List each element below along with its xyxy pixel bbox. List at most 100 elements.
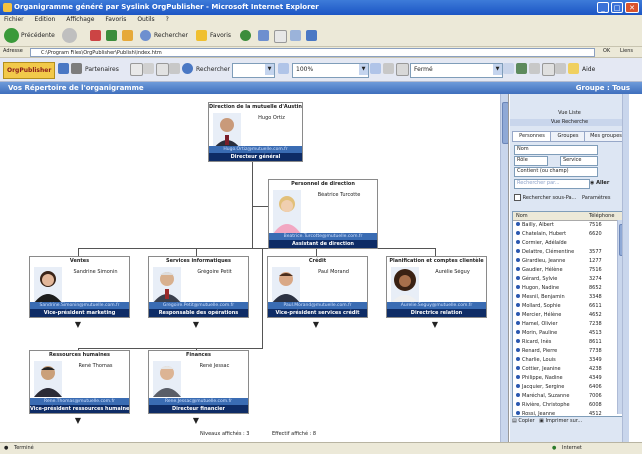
partners-label[interactable]: Partenaires [85, 62, 119, 77]
card-email-link[interactable]: Beatrice.Turcotte@mutuelle.com.fr [269, 233, 377, 240]
list-item[interactable]: Mollard, Sophie 6611 [513, 302, 617, 311]
list-item[interactable]: Philippe, Nadine 4349 [513, 374, 617, 383]
help-icon[interactable] [568, 63, 579, 74]
col-name-header[interactable]: Nom [516, 213, 528, 219]
stop-icon[interactable] [90, 30, 101, 41]
list-item[interactable]: Cormier, Adélaïde [513, 239, 617, 248]
card-email-link[interactable]: Gregoire.Petit@mutuelle.com.fr [149, 302, 248, 309]
role-field[interactable]: Rôle [514, 156, 548, 166]
level-up-icon[interactable] [396, 63, 409, 76]
search-button-label[interactable]: Rechercher [154, 28, 188, 44]
list-item[interactable]: Bailly, Albert 7516 [513, 221, 617, 230]
sidebar-view-list[interactable]: Vue Liste [510, 110, 629, 117]
refresh-toolbar-icon[interactable] [169, 63, 180, 74]
department-field[interactable]: Service [560, 156, 598, 166]
card-email-link[interactable]: Paul.Morand@mutuelle.com.fr [268, 302, 367, 309]
zoom-combo[interactable]: 100% ▼ [292, 63, 369, 78]
org-card-assistant[interactable]: Personnel de direction Béatrice Turcotte… [268, 179, 378, 249]
go-button[interactable]: OK [603, 48, 610, 54]
orgpublisher-brand[interactable]: OrgPublisher [3, 62, 56, 79]
print-icon[interactable]: ▣ [539, 418, 544, 424]
search-combo[interactable]: ▼ [232, 63, 275, 78]
org-card-sales[interactable]: Ventes Sandrine Simonin Sandrine.Simonin… [29, 256, 130, 318]
sidebar-vertical-scrollbar[interactable] [622, 94, 629, 442]
list-item[interactable]: Mesnil, Benjamin 3348 [513, 293, 617, 302]
expand-arrow-icon[interactable]: ▼ [311, 320, 321, 329]
card-email-link[interactable]: Hugo.Ortiz@mutuelle.com.fr [209, 146, 302, 153]
menu-tools[interactable]: Outils [137, 16, 154, 23]
list-item[interactable]: Renard, Pierre 7738 [513, 347, 617, 356]
list-view-icon[interactable] [143, 63, 154, 74]
list-item[interactable]: Jacquier, Sergine 6406 [513, 383, 617, 392]
org-card-credit[interactable]: Crédit Paul Morand Paul.Morand@mutuelle.… [267, 256, 368, 318]
favorites-star-icon[interactable] [196, 30, 207, 41]
back-button-label[interactable]: Précédente [21, 28, 55, 44]
expand-arrow-icon[interactable]: ▼ [191, 320, 201, 329]
level-combo[interactable]: Fermé ▼ [410, 63, 503, 78]
expand-arrow-icon[interactable]: ▼ [73, 416, 83, 425]
menu-favorites[interactable]: Favoris [105, 16, 126, 23]
list-item[interactable]: Chatelain, Hubert 6620 [513, 230, 617, 239]
list-item[interactable]: Maréchal, Suzanne 7006 [513, 392, 617, 401]
list-item[interactable]: Morin, Pauline 4513 [513, 329, 617, 338]
print-button[interactable]: Imprimer sur... [546, 418, 583, 424]
contains-select[interactable]: Contient (ou champ) [514, 167, 598, 177]
card-email-link[interactable]: Aurelie.Seguy@mutuelle.com.fr [387, 302, 486, 309]
edit-icon[interactable] [306, 30, 317, 41]
menu-help[interactable]: ? [166, 16, 169, 23]
org-card-planning[interactable]: Planification et comptes clientèle Aurél… [386, 256, 487, 318]
grid-view-icon[interactable] [156, 63, 169, 76]
menu-file[interactable]: Fichier [4, 16, 24, 23]
settings-link[interactable]: Paramètres [582, 195, 611, 201]
scrollbar-thumb[interactable] [502, 102, 508, 144]
forward-arrow-icon[interactable] [62, 28, 77, 43]
list-item[interactable]: Mercier, Hélène 4652 [513, 311, 617, 320]
help-label[interactable]: Aide [582, 62, 595, 77]
search-toolbar-icon[interactable] [182, 63, 193, 74]
menu-edit[interactable]: Edition [35, 16, 56, 23]
media-icon[interactable] [240, 30, 251, 41]
chart-view-icon[interactable] [130, 63, 143, 76]
refresh-icon[interactable] [106, 30, 117, 41]
card-email-link[interactable]: Rene.Thomas@mutuelle.com.fr [30, 398, 129, 405]
menu-view[interactable]: Affichage [66, 16, 94, 23]
copy-icon[interactable]: ▤ [512, 418, 517, 424]
list-item[interactable]: Hamel, Olivier 7238 [513, 320, 617, 329]
list-item[interactable]: Charlie, Louis 3349 [513, 356, 617, 365]
list-item[interactable]: Ricard, Inès 8611 [513, 338, 617, 347]
save-icon[interactable] [58, 63, 69, 74]
search-go-button[interactable]: ◉ Aller [590, 179, 609, 187]
tab-groups[interactable]: Groupes [550, 131, 586, 142]
chart-vertical-scrollbar[interactable] [500, 94, 508, 442]
list-item[interactable]: Gaudier, Hélène 7516 [513, 266, 617, 275]
links-button[interactable]: Liens [620, 48, 633, 54]
name-field[interactable]: Nom [514, 145, 598, 155]
list-item[interactable]: Hugon, Nadine 8652 [513, 284, 617, 293]
tab-people[interactable]: Personnes [512, 131, 552, 142]
options-icon[interactable] [555, 63, 566, 74]
list-item[interactable]: Gérard, Sylvie 3274 [513, 275, 617, 284]
list-item[interactable]: Girardieu, Jeanne 1277 [513, 257, 617, 266]
properties-icon[interactable] [542, 63, 555, 76]
history-icon[interactable] [258, 30, 269, 41]
tree-icon[interactable] [516, 63, 527, 74]
home-icon[interactable] [122, 30, 133, 41]
search-text-input[interactable]: Rechercher par... [514, 179, 590, 189]
print-icon[interactable] [290, 30, 301, 41]
col-ext-header[interactable]: Téléphone [589, 212, 614, 220]
favorites-button-label[interactable]: Favoris [210, 28, 231, 44]
zoom-out-icon[interactable] [278, 63, 289, 74]
maximize-button[interactable]: □ [611, 2, 623, 13]
print-toolbar-icon[interactable] [71, 63, 82, 74]
org-card-it[interactable]: Services informatiques Grégoire Petit Gr… [148, 256, 249, 318]
org-card-finance[interactable]: Finances René Jessac Rene.Jessac@mutuell… [148, 350, 249, 414]
list-item[interactable]: Rivière, Christophe 6008 [513, 401, 617, 410]
expand-arrow-icon[interactable]: ▼ [73, 320, 83, 329]
down-arrow-icon[interactable] [503, 63, 514, 74]
sidebar-view-search[interactable]: Vue Recherche [510, 119, 629, 126]
card-email-link[interactable]: Sandrine.Simonin@mutuelle.com.fr [30, 302, 129, 309]
zoom-in-icon[interactable] [370, 63, 381, 74]
minimize-button[interactable]: _ [597, 2, 609, 13]
search-icon[interactable] [140, 30, 151, 41]
expand-arrow-icon[interactable]: ▼ [191, 416, 201, 425]
